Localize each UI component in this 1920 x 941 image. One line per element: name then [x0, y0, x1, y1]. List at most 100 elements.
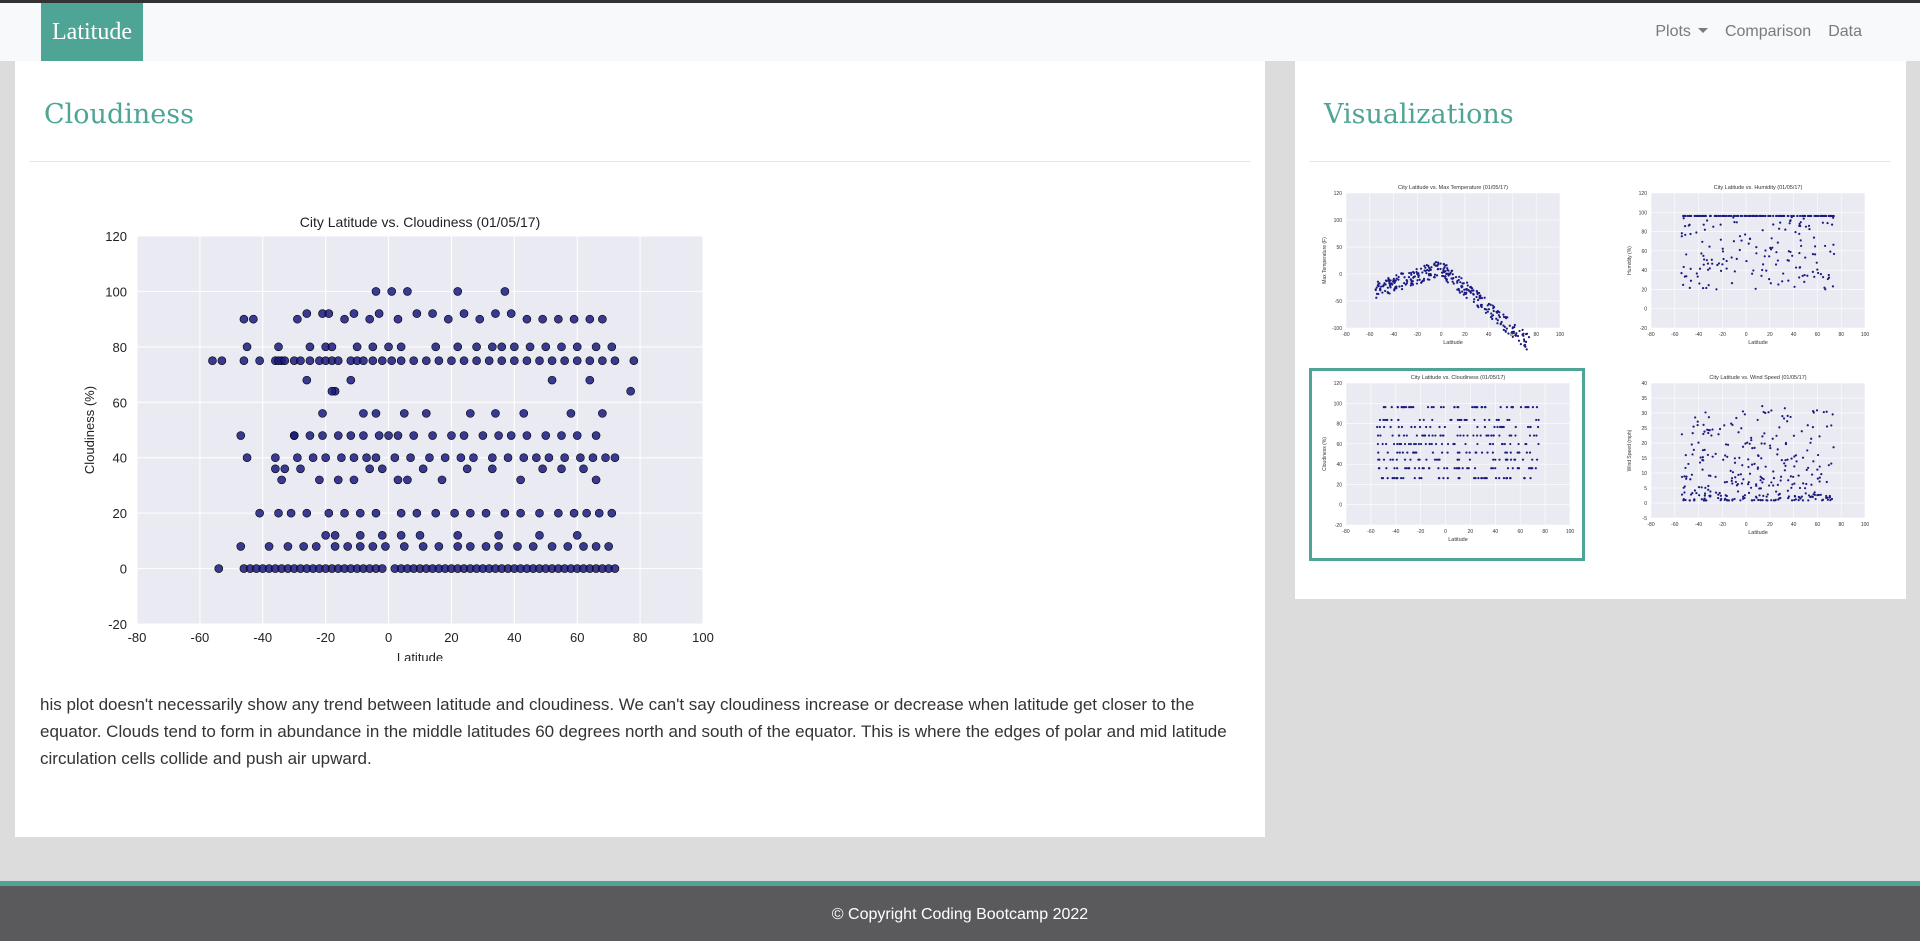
data-point	[255, 356, 264, 366]
thumb-point	[1462, 293, 1465, 296]
data-point	[302, 375, 312, 385]
thumb-point	[1826, 498, 1830, 501]
data-point	[610, 564, 620, 573]
thumb-point	[1707, 431, 1710, 435]
thumb-point	[1397, 425, 1400, 429]
thumb-point	[1701, 458, 1704, 462]
thumb-point	[1755, 252, 1758, 255]
thumb-point	[1783, 462, 1786, 465]
thumb-point	[1404, 467, 1407, 470]
thumb-point	[1413, 425, 1417, 429]
thumb-point	[1825, 410, 1828, 413]
thumb-wind-speed[interactable]: -80 -60 -40 -20 0 20 40 60 80 100 40 35 30 25 20 15 10 5 0…	[1617, 371, 1877, 551]
thumb-point	[1388, 292, 1391, 295]
thumb-point	[1731, 423, 1734, 426]
data-point	[293, 314, 302, 324]
thumb-point	[1446, 267, 1449, 270]
thumb-point	[1451, 277, 1454, 280]
thumb-point	[1458, 425, 1461, 429]
data-point	[598, 314, 607, 324]
thumb-point	[1725, 494, 1728, 498]
data-point	[516, 475, 525, 485]
data-point	[283, 542, 293, 551]
data-point	[330, 542, 340, 551]
thumb-point	[1396, 442, 1399, 446]
thumb-point	[1747, 481, 1750, 484]
thumb-point	[1777, 214, 1781, 218]
thumb-point	[1722, 458, 1725, 461]
thumb-point	[1689, 232, 1692, 236]
thumb-point	[1495, 317, 1498, 320]
brand-logo[interactable]: Latitude	[41, 3, 143, 61]
thumb-point	[1389, 279, 1392, 282]
thumb-point	[1397, 275, 1400, 279]
thumb-point	[1691, 453, 1694, 456]
thumb-point	[1518, 329, 1521, 333]
thumb-point	[1535, 406, 1539, 409]
thumb-point	[1703, 492, 1707, 495]
data-point	[591, 475, 601, 485]
thumb-point	[1812, 493, 1815, 496]
x-tick-label: 60	[570, 630, 584, 645]
thumb-point	[1748, 442, 1751, 445]
thumb-cloudiness[interactable]: -80 -60 -40 -20 0 20 40 60 80 100 120 100 80 60 40 20 0 -…	[1309, 368, 1585, 561]
thumb-point	[1725, 498, 1729, 502]
thumb-point	[1502, 313, 1505, 316]
thumb-point	[1426, 268, 1429, 272]
thumb-point	[1451, 280, 1454, 283]
thumb-point	[1517, 451, 1520, 454]
thumb-point	[1816, 477, 1819, 480]
thumb-point	[1504, 315, 1507, 319]
thumb-point	[1811, 426, 1815, 429]
data-point	[324, 508, 334, 518]
thumb-point	[1446, 442, 1450, 446]
thumb-point	[1418, 425, 1422, 429]
data-point	[491, 409, 500, 418]
nav-comparison-link[interactable]: Comparison	[1725, 23, 1811, 41]
thumb-point	[1817, 214, 1820, 218]
thumb-y-tick: 60	[1336, 442, 1342, 448]
x-axis-label: Latitude	[397, 650, 443, 661]
thumb-point	[1689, 478, 1692, 481]
thumb-x-tick: -20	[1414, 332, 1421, 338]
thumb-x-tick: -60	[1671, 522, 1678, 528]
thumb-point	[1804, 487, 1807, 490]
data-point	[377, 356, 387, 366]
thumb-point	[1708, 267, 1711, 270]
data-point	[255, 508, 264, 518]
thumb-point	[1804, 492, 1807, 495]
thumb-point	[1705, 259, 1708, 262]
data-point	[355, 508, 365, 518]
data-point	[428, 431, 437, 440]
thumb-point	[1403, 276, 1406, 279]
thumb-point	[1685, 475, 1688, 478]
thumb-point	[1689, 279, 1693, 282]
data-point	[214, 564, 224, 573]
thumb-point	[1776, 448, 1779, 451]
thumb-point	[1768, 277, 1771, 281]
thumb-y-tick: 40	[1336, 462, 1342, 468]
data-point	[576, 453, 585, 463]
thumb-point	[1763, 255, 1766, 258]
thumb-point	[1702, 254, 1705, 257]
thumb-point	[1409, 278, 1412, 281]
thumb-point	[1483, 307, 1486, 311]
data-point	[390, 453, 400, 463]
data-point	[421, 409, 431, 418]
thumb-point	[1680, 475, 1684, 479]
data-point	[488, 453, 497, 463]
thumb-point	[1832, 216, 1835, 219]
thumb-point	[1498, 311, 1501, 314]
thumb-max-temperature[interactable]: -80 -60 -40 -20 0 20 40 60 80 100 120 100 50 0 -50 -100…	[1312, 181, 1572, 361]
nav-plots-dropdown[interactable]: Plots	[1655, 23, 1708, 41]
thumb-point	[1793, 494, 1796, 498]
data-point	[466, 542, 475, 551]
nav-data-link[interactable]: Data	[1828, 23, 1862, 41]
thumb-point	[1447, 272, 1450, 275]
thumb-point	[1459, 418, 1462, 422]
thumb-point	[1813, 491, 1816, 494]
data-point	[346, 431, 356, 440]
thumb-point	[1807, 494, 1811, 497]
thumb-point	[1751, 499, 1754, 502]
thumb-humidity[interactable]: -80 -60 -40 -20 0 20 40 60 80 100 120 100 80 60 40 20 0 -…	[1617, 181, 1877, 361]
